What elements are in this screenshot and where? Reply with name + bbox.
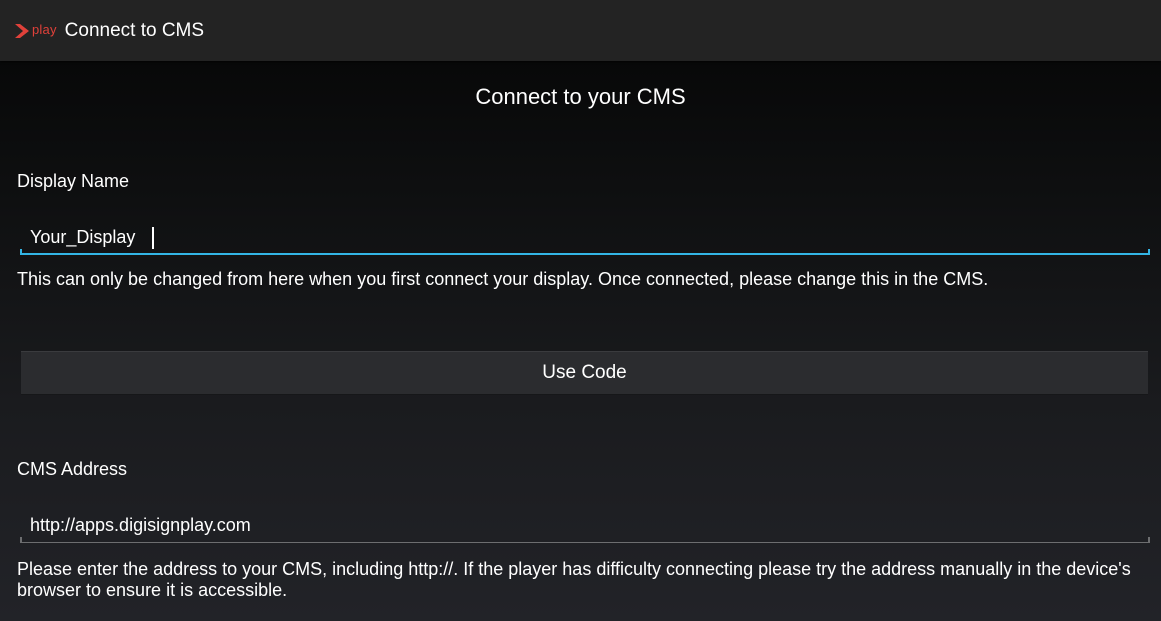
play-chevron-icon xyxy=(15,23,29,38)
display-name-label: Display Name xyxy=(17,171,130,191)
action-bar: play Connect to CMS xyxy=(0,0,1161,61)
logo-text: play xyxy=(32,22,57,37)
cms-address-underline xyxy=(20,542,1150,543)
cms-address-label: CMS Address xyxy=(17,459,128,479)
display-name-input[interactable] xyxy=(20,221,1150,253)
display-name-underline xyxy=(20,253,1150,255)
cms-address-input[interactable] xyxy=(20,509,1150,541)
display-name-hint: This can only be changed from here when … xyxy=(17,269,989,289)
display-name-field[interactable] xyxy=(20,221,1150,255)
text-cursor xyxy=(152,227,154,249)
cms-address-field[interactable] xyxy=(20,509,1150,543)
use-code-button[interactable]: Use Code xyxy=(21,351,1148,395)
connect-screen: play Connect to CMS Connect to your CMS … xyxy=(0,0,1161,621)
underline-tick-right xyxy=(1148,249,1150,255)
app-logo: play xyxy=(14,22,57,39)
underline-tick-left xyxy=(20,537,22,543)
cms-address-hint: Please enter the address to your CMS, in… xyxy=(17,559,1131,600)
app-title: Connect to CMS xyxy=(64,19,205,41)
underline-tick-left xyxy=(20,249,22,255)
page-heading: Connect to your CMS xyxy=(475,84,686,109)
underline-tick-right xyxy=(1148,537,1150,543)
